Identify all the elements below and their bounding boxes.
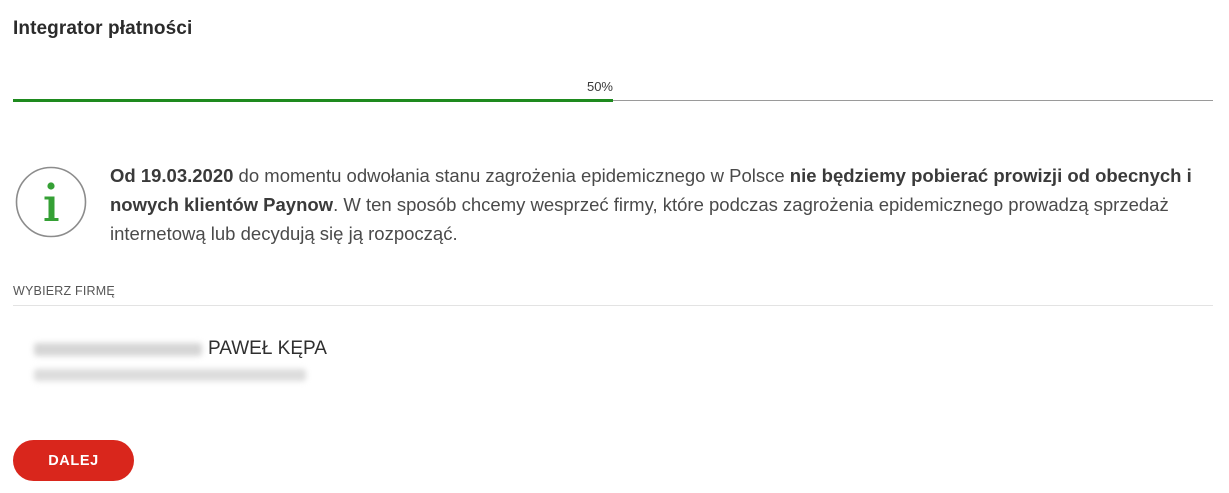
notice-date: Od 19.03.2020 bbox=[110, 165, 234, 186]
redacted-company-address bbox=[34, 369, 306, 381]
info-icon bbox=[15, 166, 87, 238]
epidemic-notice: Od 19.03.2020 do momentu odwołania stanu… bbox=[110, 161, 1220, 248]
company-name: PAWEŁ KĘPA bbox=[208, 338, 327, 359]
page-title: Integrator płatności bbox=[13, 18, 193, 39]
progress-label: 50% bbox=[586, 79, 613, 94]
choose-company-label: WYBIERZ FIRMĘ bbox=[13, 284, 115, 298]
redacted-company-prefix bbox=[34, 343, 202, 356]
notice-text-1: do momentu odwołania stanu zagrożenia ep… bbox=[233, 165, 790, 186]
progress-fill bbox=[13, 99, 613, 102]
company-item[interactable]: PAWEŁ KĘPA bbox=[34, 337, 434, 387]
next-button[interactable]: DALEJ bbox=[13, 440, 134, 481]
progress-bar: 50% bbox=[13, 79, 1213, 102]
section-divider bbox=[13, 305, 1213, 306]
